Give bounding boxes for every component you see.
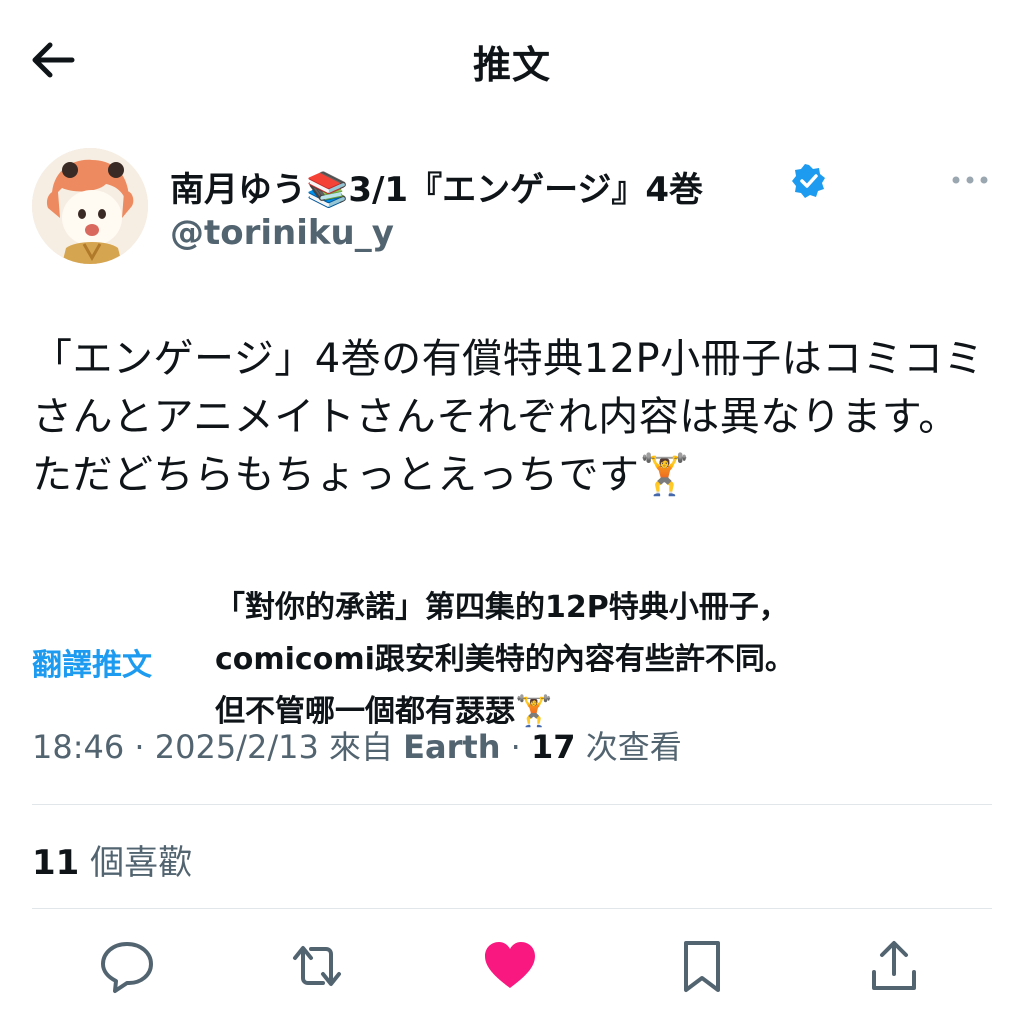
heart-filled-icon: [485, 942, 535, 988]
meta-separator: ·: [510, 728, 521, 766]
tweet-time[interactable]: 18:46: [32, 728, 124, 766]
source-prefix: 來自: [328, 728, 393, 766]
meta-separator: ·: [134, 728, 145, 766]
avatar[interactable]: [32, 148, 148, 264]
reply-button[interactable]: [97, 938, 157, 994]
bookmark-button[interactable]: [672, 938, 732, 994]
bookmark-icon: [684, 941, 720, 992]
likes-count: 11: [32, 843, 80, 883]
retweet-button[interactable]: [287, 938, 347, 994]
tweet-date[interactable]: 2025/2/13: [155, 728, 319, 766]
author-handle[interactable]: @toriniku_y: [170, 213, 394, 253]
divider: [32, 804, 992, 805]
verified-badge-icon: [792, 164, 826, 198]
translated-text: 「對你的承諾」第四集的12P特典小冊子， comicomi跟安利美特的內容有些許…: [215, 590, 795, 729]
tweet-text: 「エンゲージ」4巻の有償特典12P小冊子はコミコミさんとアニメイトさんそれぞれ内…: [32, 336, 985, 498]
divider: [32, 908, 992, 909]
tweet-source: Earth: [403, 728, 501, 766]
page-title: 推文: [472, 43, 551, 87]
retweet-icon: [293, 946, 341, 986]
translate-tweet-link[interactable]: 翻譯推文: [32, 640, 152, 684]
author-display-name[interactable]: 南月ゆう📚3/1『エンゲージ』4巻: [170, 162, 703, 211]
likes-summary[interactable]: 11 個喜歡: [32, 835, 192, 884]
views-count: 17: [531, 728, 576, 766]
reply-icon: [101, 942, 153, 993]
likes-label: 個喜歡: [90, 843, 193, 883]
tweet-meta: 18:46 · 2025/2/13 來自 Earth · 17 次查看: [32, 722, 682, 768]
share-icon: [872, 941, 916, 990]
more-options-button[interactable]: [948, 166, 992, 194]
share-button[interactable]: [864, 938, 924, 994]
like-button[interactable]: [480, 938, 540, 994]
avatar-illustration-icon: [32, 148, 148, 264]
views-label: 次查看: [585, 728, 682, 766]
more-horizontal-icon: [952, 176, 988, 184]
